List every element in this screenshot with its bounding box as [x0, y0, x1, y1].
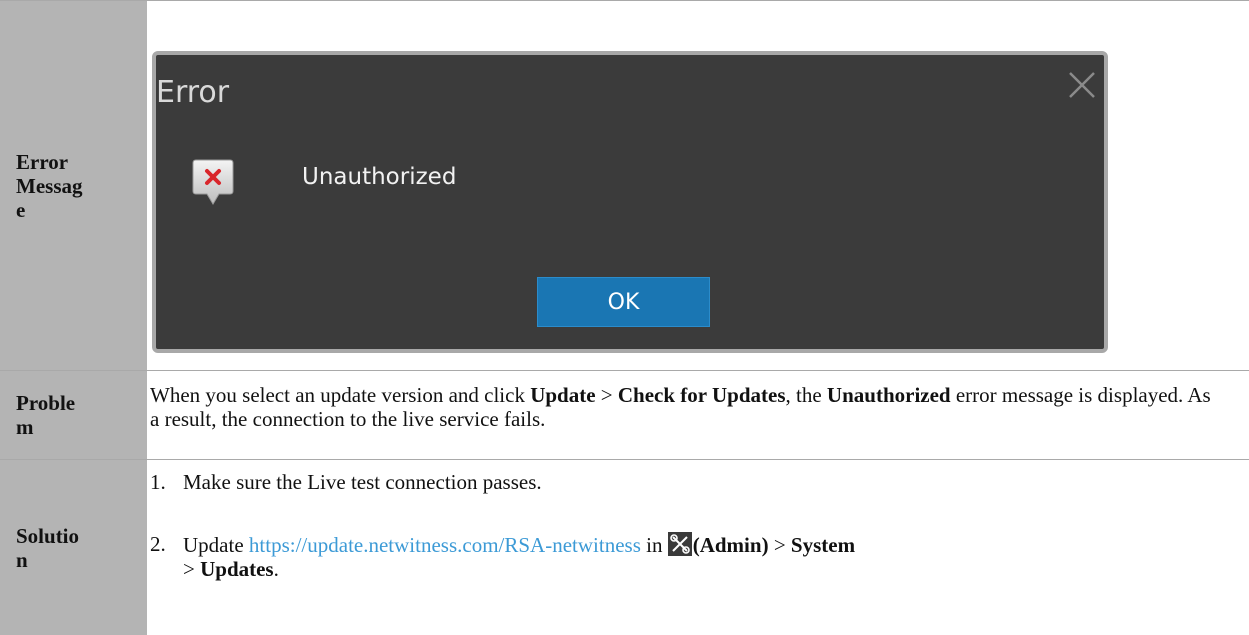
system-label: System [790, 533, 856, 557]
close-icon[interactable] [1066, 69, 1098, 101]
solution-steps: 1. Make sure the Live test connection pa… [150, 470, 1219, 581]
step-number: 2. [150, 532, 166, 556]
update-url-link[interactable]: https://update.netwitness.com/RSA-netwit… [249, 533, 641, 557]
dialog-message: Unauthorized [302, 164, 457, 190]
problem-text-part: When you select an update version and cl… [150, 383, 531, 407]
separator: > [595, 383, 618, 407]
row-label-text: Problem [16, 391, 76, 439]
step-text: Make sure the Live test connection passe… [183, 470, 542, 494]
row-label-text: Error Message [16, 149, 83, 222]
dialog-title: Error [156, 75, 230, 110]
check-for-updates-label: Check for Updates [617, 383, 786, 407]
row-label-error-message: Error Message [0, 1, 147, 370]
error-balloon-icon [192, 158, 234, 212]
troubleshooting-table: Error Message Error Unauthorized OK Prob… [0, 0, 1249, 635]
step-text: . [273, 557, 279, 581]
problem-description: When you select an update version and cl… [150, 383, 1219, 431]
admin-label: (Admin) [692, 533, 769, 557]
solution-step: 2. Update https://update.netwitness.com/… [150, 532, 1219, 581]
error-message-row: Error Message Error Unauthorized OK [0, 1, 1249, 371]
update-menu-label: Update [530, 383, 596, 407]
problem-content: When you select an update version and cl… [147, 371, 1249, 459]
solution-step: 1. Make sure the Live test connection pa… [150, 470, 1219, 494]
error-message-content: Error Unauthorized OK [147, 1, 1249, 370]
problem-text-part: , the [785, 383, 827, 407]
step-text: in [640, 533, 668, 557]
separator: > [768, 533, 791, 557]
unauthorized-label: Unauthorized [826, 383, 951, 407]
solution-row: Solution 1. Make sure the Live test conn… [0, 460, 1249, 635]
step-text: Update [183, 533, 249, 557]
row-label-text: Solution [16, 523, 80, 572]
problem-row: Problem When you select an update versio… [0, 371, 1249, 460]
separator: > [183, 557, 201, 581]
admin-tools-icon [667, 532, 692, 556]
step-number: 1. [150, 470, 166, 494]
updates-label: Updates [200, 557, 274, 581]
row-label-problem: Problem [0, 371, 147, 459]
ok-button[interactable]: OK [537, 277, 710, 327]
row-label-solution: Solution [0, 460, 147, 635]
solution-content: 1. Make sure the Live test connection pa… [147, 460, 1249, 635]
error-dialog: Error Unauthorized OK [152, 51, 1108, 353]
